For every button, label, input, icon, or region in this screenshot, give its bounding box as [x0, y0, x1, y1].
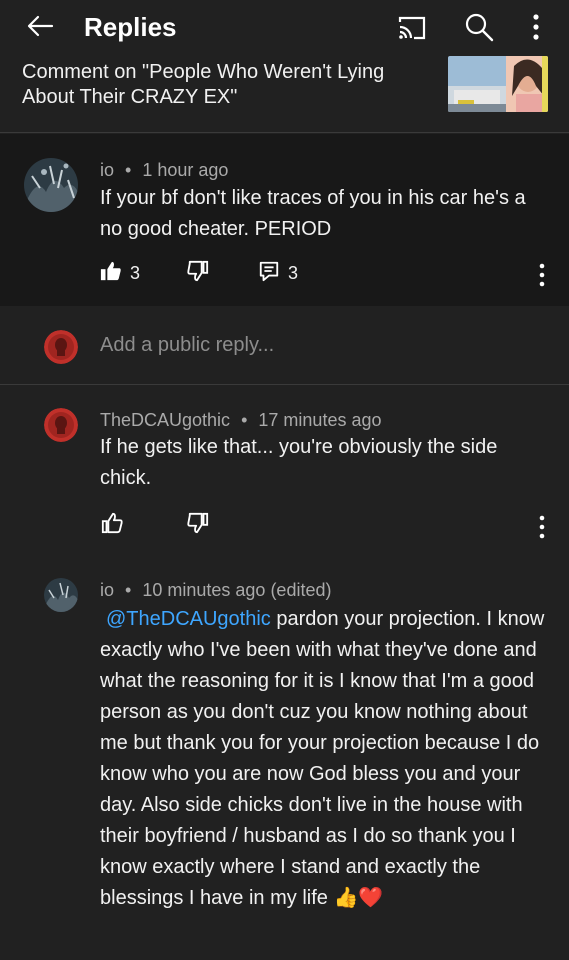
video-context-title: Comment on "People Who Weren't Lying Abo… [22, 61, 385, 108]
back-arrow-icon[interactable] [24, 10, 56, 42]
comment-meta: io • 1 hour ago [100, 160, 228, 181]
reply-author[interactable]: TheDCAUgothic [100, 410, 230, 430]
search-icon[interactable] [464, 12, 494, 42]
reply-item: TheDCAUgothic • 17 minutes ago If he get… [0, 386, 569, 566]
comment-body: If your bf don't like traces of you in h… [100, 187, 526, 240]
page-title: Replies [84, 12, 177, 42]
reply-body: If he gets like that... you're obviously… [100, 436, 498, 489]
reply-time: 17 minutes ago [258, 410, 382, 430]
like-button[interactable] [100, 512, 124, 539]
reply-emoji: 👍❤️ [333, 887, 384, 909]
add-reply-row[interactable]: Add a public reply... [0, 306, 569, 385]
mention-link[interactable]: @TheDCAUgothic [106, 608, 271, 630]
more-vertical-icon[interactable] [536, 514, 548, 540]
dislike-button[interactable] [186, 512, 210, 539]
avatar[interactable] [44, 408, 78, 442]
more-vertical-icon[interactable] [526, 12, 546, 42]
reply-body: @TheDCAUgothic pardon your projection. I… [100, 604, 548, 914]
dislike-button[interactable] [186, 260, 210, 287]
reply-count: 3 [288, 263, 299, 283]
parent-comment: io • 1 hour ago If your bf don't like tr… [0, 134, 569, 306]
avatar[interactable] [24, 158, 78, 212]
comment-author[interactable]: io [100, 160, 114, 180]
reply-meta: io • 10 minutes ago (edited) [100, 580, 331, 601]
reply-time: 10 minutes ago (edited) [142, 580, 332, 600]
more-vertical-icon[interactable] [536, 262, 548, 288]
reply-item: io • 10 minutes ago (edited) @TheDCAUgot… [0, 566, 569, 960]
app-header: Replies [0, 0, 569, 56]
reply-meta: TheDCAUgothic • 17 minutes ago [100, 410, 382, 431]
thumbs-down-icon [186, 512, 210, 539]
comment-time: 1 hour ago [142, 160, 229, 180]
reply-author[interactable]: io [100, 580, 114, 600]
cast-icon[interactable] [396, 14, 428, 42]
meta-separator: • [125, 580, 132, 600]
like-count: 3 [130, 263, 141, 283]
video-thumbnail[interactable] [448, 56, 548, 112]
video-context[interactable]: Comment on "People Who Weren't Lying Abo… [0, 56, 569, 133]
reply-text: pardon your projection. I know exactly w… [100, 608, 545, 909]
reply-actions [100, 512, 560, 540]
reply-input[interactable]: Add a public reply... [100, 334, 274, 357]
thumbs-up-icon [100, 512, 124, 539]
thumbs-down-icon [186, 260, 210, 287]
avatar[interactable] [44, 578, 78, 612]
view-replies-button[interactable]: 3 [258, 260, 298, 287]
reply-comment-icon [258, 260, 280, 287]
like-button[interactable]: 3 [100, 260, 140, 287]
comment-actions: 3 3 [100, 260, 560, 288]
avatar [44, 330, 78, 364]
thumbs-up-filled-icon [100, 260, 122, 287]
meta-separator: • [241, 410, 248, 430]
meta-separator: • [125, 160, 132, 180]
